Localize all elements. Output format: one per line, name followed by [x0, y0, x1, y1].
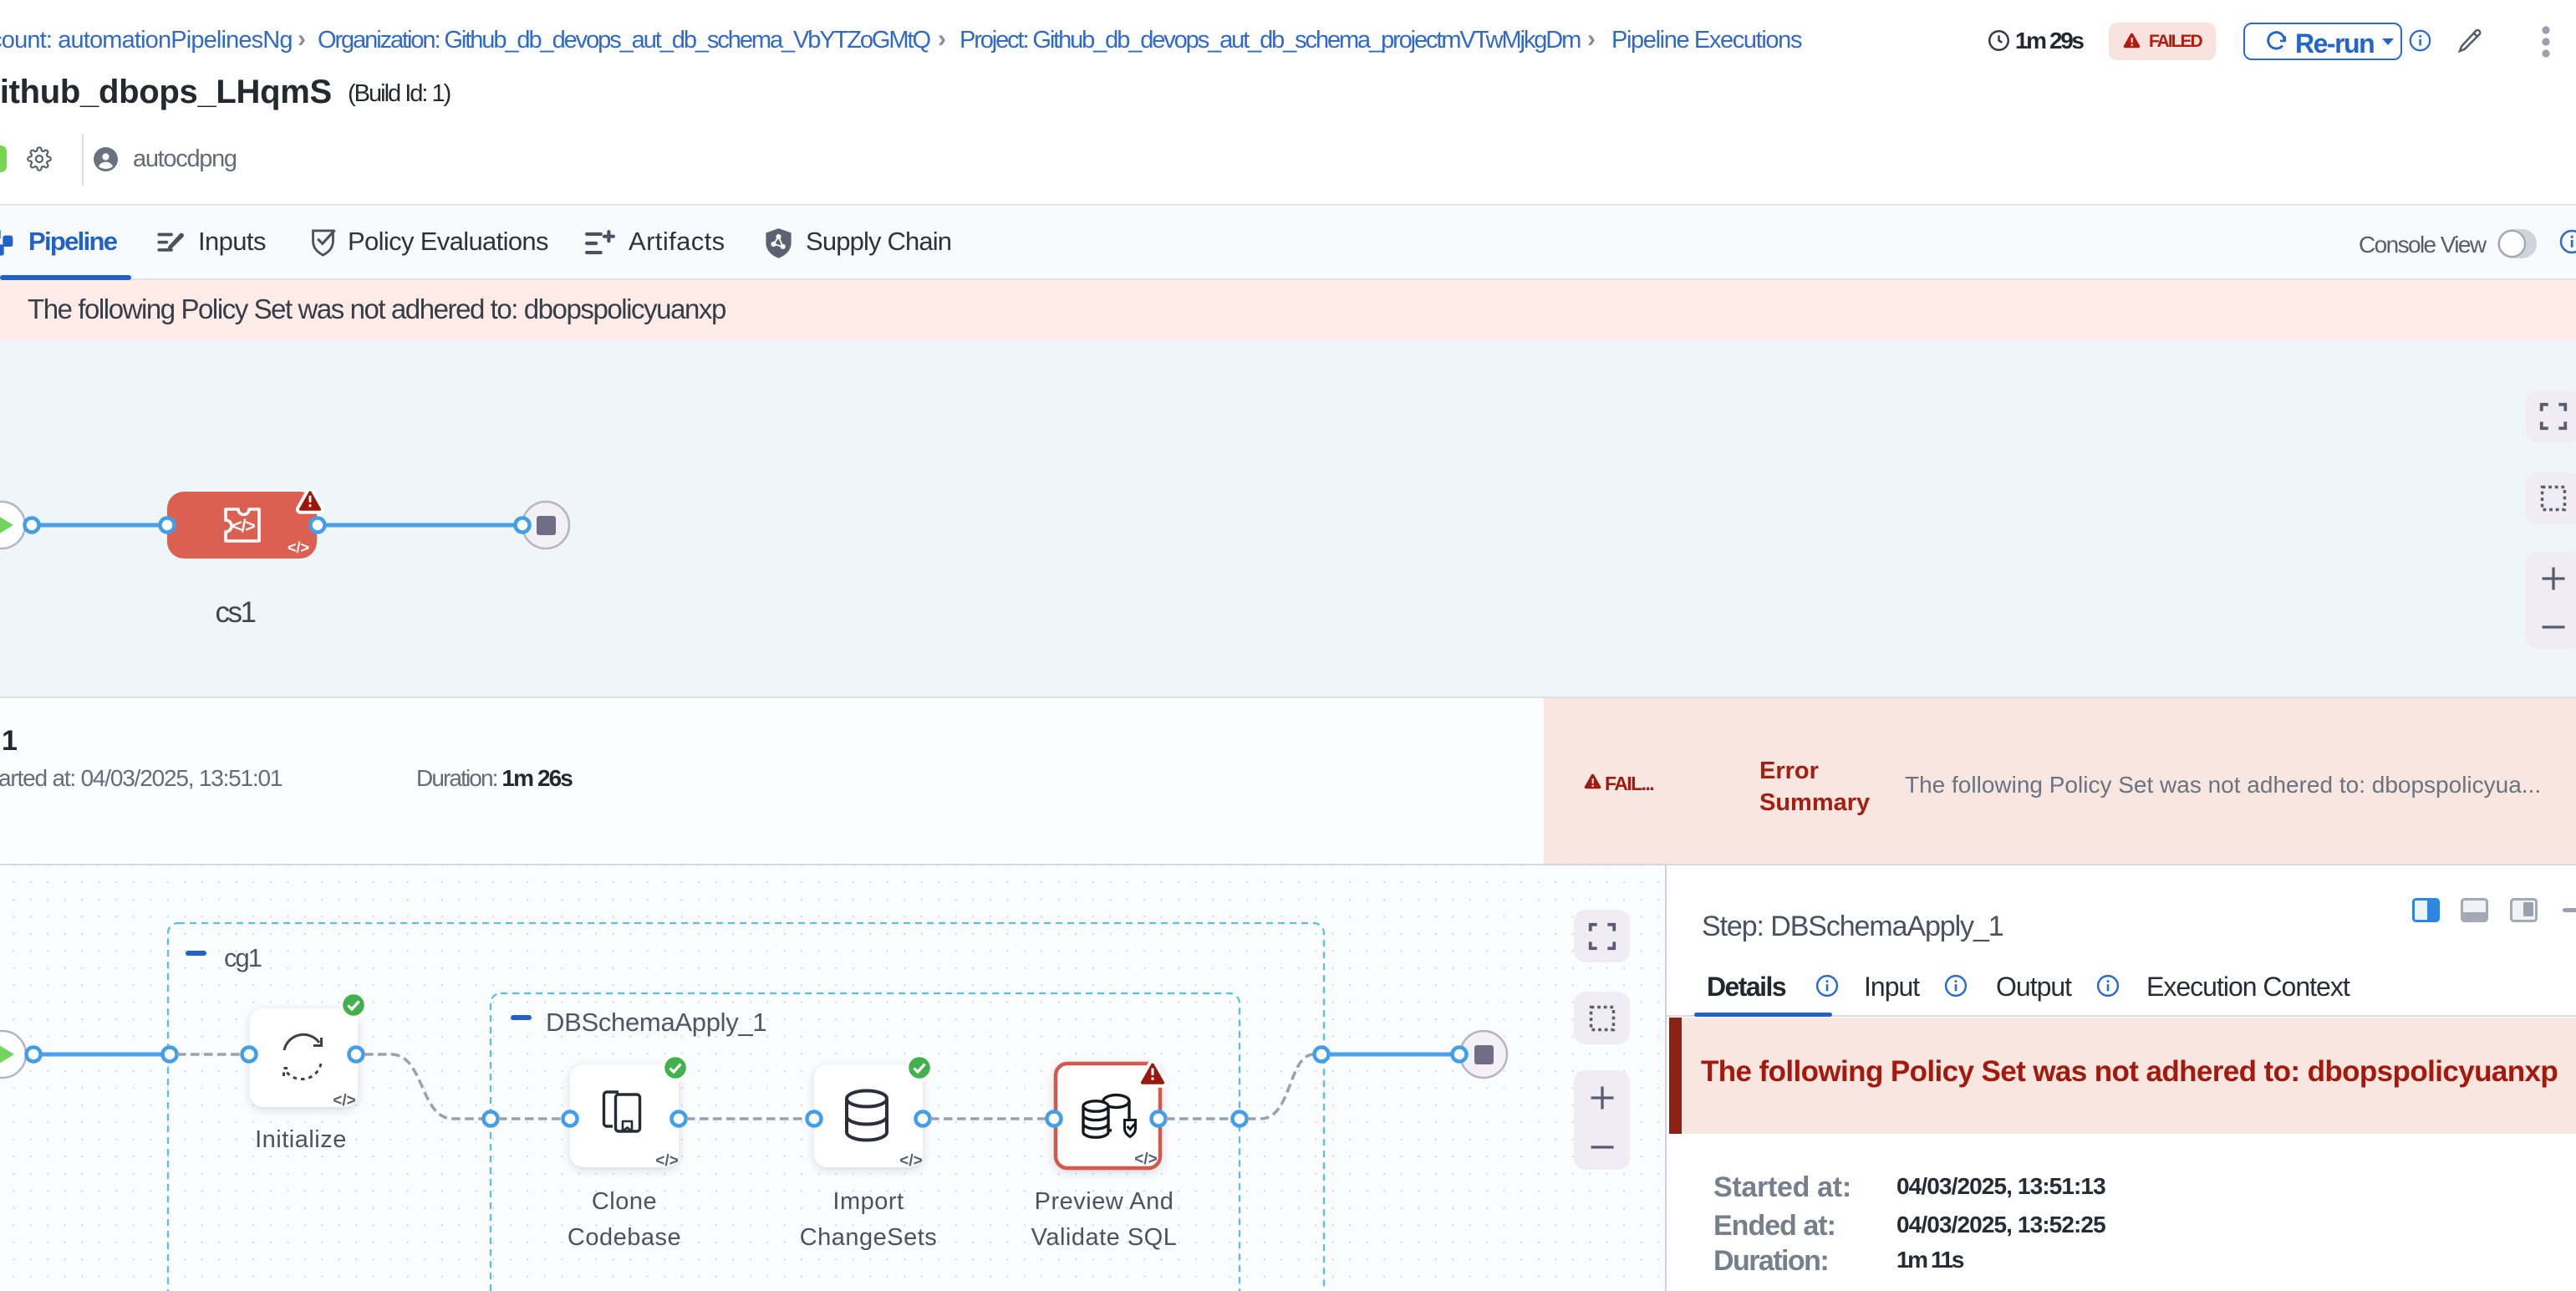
svg-text:cg1: cg1: [224, 943, 262, 972]
svg-text:Codebase: Codebase: [568, 1224, 681, 1251]
svg-text:ChangeSets: ChangeSets: [800, 1224, 938, 1251]
svg-text:</>: </>: [1134, 1151, 1157, 1168]
svg-text:</>: </>: [333, 1092, 355, 1110]
svg-text:Validate SQL: Validate SQL: [1031, 1224, 1178, 1251]
svg-text:</>: </>: [232, 517, 255, 536]
svg-text:Import: Import: [832, 1188, 904, 1215]
svg-text:Initialize: Initialize: [255, 1126, 347, 1153]
svg-text:cs1: cs1: [216, 596, 256, 629]
svg-text:Preview And: Preview And: [1035, 1188, 1174, 1215]
svg-text:</>: </>: [655, 1152, 678, 1170]
svg-text:DBSchemaApply_1: DBSchemaApply_1: [546, 1008, 766, 1037]
svg-text:</>: </>: [288, 539, 309, 556]
svg-text:Clone: Clone: [592, 1188, 657, 1215]
svg-text:</>: </>: [899, 1152, 922, 1170]
